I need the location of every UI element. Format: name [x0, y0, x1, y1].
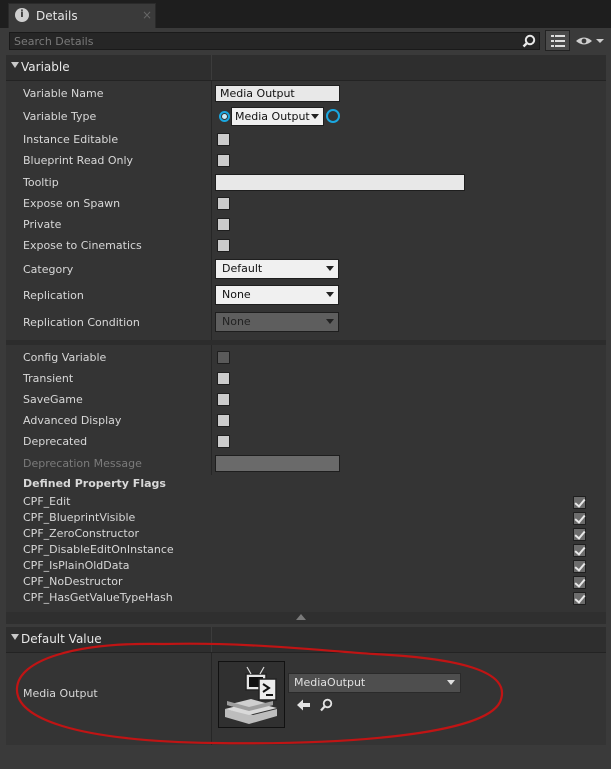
- chevron-down-icon: [311, 114, 319, 119]
- container-type-pin-icon[interactable]: [326, 109, 340, 123]
- transient-label: Transient: [23, 372, 74, 385]
- category-combo[interactable]: Default: [215, 259, 339, 279]
- variable-name-label: Variable Name: [23, 87, 104, 100]
- flag-checkbox: [573, 544, 586, 557]
- transient-checkbox[interactable]: [217, 372, 230, 385]
- category-value: Default: [222, 262, 263, 275]
- deprecated-checkbox[interactable]: [217, 435, 230, 448]
- flag-checkbox: [573, 592, 586, 605]
- category-variable[interactable]: Variable: [6, 55, 606, 81]
- replication-condition-label: Replication Condition: [23, 316, 140, 329]
- flag-checkbox: [573, 576, 586, 589]
- config-variable-label: Config Variable: [23, 351, 107, 364]
- tooltip-field[interactable]: [215, 174, 465, 191]
- expand-arrow-icon: [11, 62, 19, 68]
- instance-editable-label: Instance Editable: [23, 133, 119, 146]
- flag-label: CPF_NoDestructor: [23, 575, 123, 588]
- tooltip-label: Tooltip: [23, 176, 59, 189]
- tab-title: Details: [36, 9, 78, 23]
- deprecated-label: Deprecated: [23, 435, 88, 448]
- type-pin-icon: [219, 111, 230, 122]
- advanced-properties: Config Variable Transient SaveGame Advan…: [6, 345, 606, 612]
- deprecation-message-label: Deprecation Message: [23, 457, 142, 470]
- tab-details[interactable]: i Details ×: [8, 3, 156, 28]
- variable-name-field[interactable]: Media Output: [215, 85, 340, 102]
- variable-type-combo[interactable]: Media Output: [231, 107, 324, 126]
- variable-type-value: Media Output: [235, 110, 310, 123]
- replication-value: None: [222, 288, 251, 301]
- deprecation-message-field: [215, 455, 340, 472]
- flag-label: CPF_IsPlainOldData: [23, 559, 130, 572]
- column-divider: [211, 55, 212, 80]
- savegame-label: SaveGame: [23, 393, 83, 406]
- category-title: Variable: [21, 60, 70, 74]
- advanced-collapse-handle[interactable]: [6, 612, 606, 624]
- private-checkbox[interactable]: [217, 218, 230, 231]
- replication-condition-combo: None: [215, 312, 339, 332]
- category-label: Category: [23, 263, 74, 276]
- variable-type-label: Variable Type: [23, 110, 97, 123]
- flag-checkbox: [573, 528, 586, 541]
- expose-to-cinematics-label: Expose to Cinematics: [23, 239, 142, 252]
- advanced-display-checkbox[interactable]: [217, 414, 230, 427]
- flag-label: CPF_Edit: [23, 495, 71, 508]
- blueprint-read-only-label: Blueprint Read Only: [23, 154, 134, 167]
- defined-property-flags-title: Defined Property Flags: [23, 477, 166, 490]
- flag-checkbox: [573, 560, 586, 573]
- replication-combo[interactable]: None: [215, 285, 339, 305]
- expose-on-spawn-label: Expose on Spawn: [23, 197, 121, 210]
- chevron-down-icon: [326, 319, 334, 324]
- details-tab-icon: i: [15, 8, 29, 22]
- blueprint-read-only-checkbox[interactable]: [217, 154, 230, 167]
- view-options-button[interactable]: [545, 30, 570, 51]
- variable-properties: Variable Name Media Output Variable Type…: [6, 81, 606, 340]
- annotation-circle: [15, 642, 503, 745]
- config-variable-checkbox: [217, 351, 230, 364]
- flag-checkbox: [573, 496, 586, 509]
- expose-on-spawn-checkbox[interactable]: [217, 197, 230, 210]
- view-options-icon: [551, 35, 565, 47]
- instance-editable-checkbox[interactable]: [217, 133, 230, 146]
- flag-label: CPF_BlueprintVisible: [23, 511, 136, 524]
- expose-to-cinematics-checkbox[interactable]: [217, 239, 230, 252]
- column-splitter[interactable]: [211, 81, 212, 340]
- column-splitter[interactable]: [211, 345, 212, 475]
- private-label: Private: [23, 218, 62, 231]
- visibility-filter-button[interactable]: [573, 30, 607, 51]
- advanced-display-label: Advanced Display: [23, 414, 122, 427]
- search-input[interactable]: [14, 34, 504, 48]
- savegame-checkbox[interactable]: [217, 393, 230, 406]
- replication-label: Replication: [23, 289, 84, 302]
- search-bar: [9, 32, 540, 50]
- flag-label: CPF_DisableEditOnInstance: [23, 543, 174, 556]
- chevron-down-icon: [326, 266, 334, 271]
- flag-label: CPF_HasGetValueTypeHash: [23, 591, 173, 604]
- search-icon[interactable]: [522, 34, 536, 48]
- tab-close-icon[interactable]: ×: [142, 8, 152, 22]
- chevron-down-icon: [326, 292, 334, 297]
- flag-checkbox: [573, 512, 586, 525]
- flag-label: CPF_ZeroConstructor: [23, 527, 139, 540]
- collapse-arrow-icon: [296, 614, 306, 620]
- tab-bar: i Details ×: [0, 0, 611, 29]
- eye-icon: [576, 37, 604, 45]
- replication-condition-value: None: [222, 315, 251, 328]
